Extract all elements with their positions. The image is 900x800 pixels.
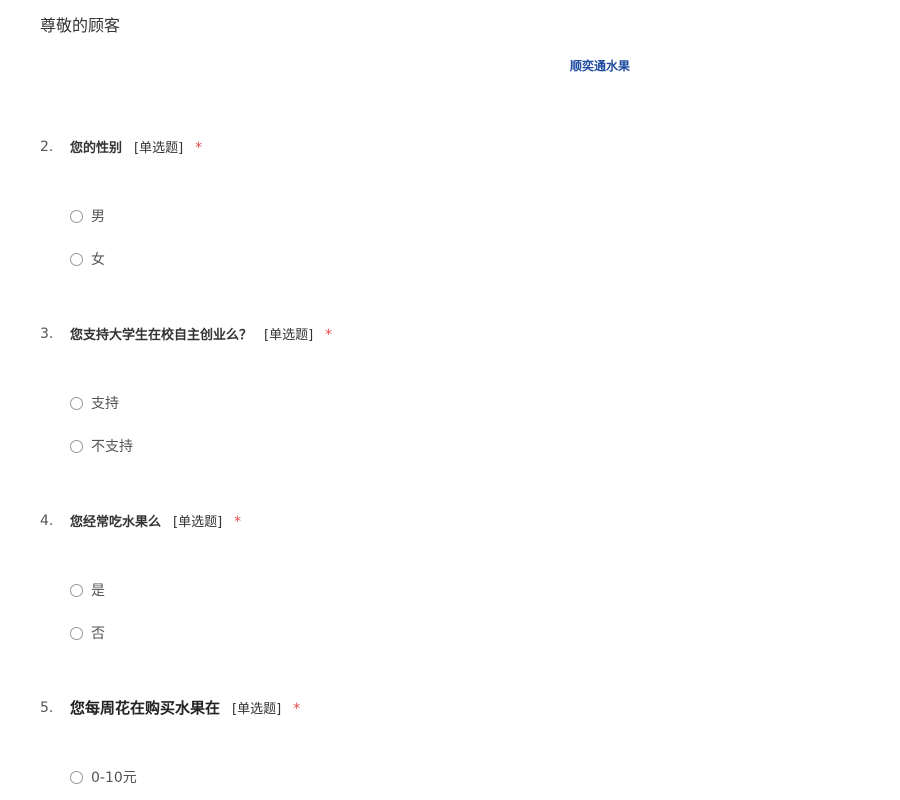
option-label: 女 [91,252,105,268]
question-title-row: 您经常吃水果么 [单选题] * [70,510,241,534]
option-label: 是 [91,583,105,599]
question-title-row: 您的性别 [单选题] * [70,136,202,160]
question-text: 您经常吃水果么 [70,515,162,530]
greeting-text: 尊敬的顾客 [40,16,121,35]
question-number: 4. [40,513,54,529]
required-mark: * [325,327,333,343]
question-number: 5. [40,700,54,716]
question-type-label: [单选题] [232,702,282,717]
question-3: 3. 您支持大学生在校自主创业么？ [单选题] * 支持 不支持 [40,323,840,455]
radio-button[interactable] [70,626,83,640]
option-label: 0-10元 [91,770,137,786]
question-type-label: [单选题] [264,328,314,343]
option-yes[interactable]: 是 [70,580,105,600]
option-0-10-yuan[interactable]: 0-10元 [70,767,137,787]
radio-button[interactable] [70,252,83,266]
option-label: 男 [91,209,105,225]
question-title-row: 您每周花在购买水果在 [单选题] * [70,697,300,721]
required-mark: * [195,140,203,156]
question-title-row: 您支持大学生在校自主创业么？ [单选题] * [70,323,332,347]
question-header: 5. 您每周花在购买水果在 [单选题] * [40,697,840,719]
question-4: 4. 您经常吃水果么 [单选题] * 是 否 [40,510,840,642]
radio-button[interactable] [70,583,83,597]
radio-button[interactable] [70,439,83,453]
question-5: 5. 您每周花在购买水果在 [单选题] * 0-10元 [40,697,840,786]
option-label: 否 [91,626,105,642]
question-2: 2. 您的性别 [单选题] * 男 女 [40,136,840,268]
question-text: 您每周花在购买水果在 [70,699,221,717]
question-header: 4. 您经常吃水果么 [单选题] * [40,510,840,532]
required-mark: * [234,514,242,530]
question-text: 您支持大学生在校自主创业么？ [70,328,253,343]
option-label: 支持 [91,396,119,412]
question-header: 2. 您的性别 [单选题] * [40,136,840,158]
question-type-label: [单选题] [134,141,184,156]
option-female[interactable]: 女 [70,249,105,269]
question-number: 3. [40,326,54,342]
radio-button[interactable] [70,770,83,784]
question-number: 2. [40,139,54,155]
option-support[interactable]: 支持 [70,393,119,413]
question-header: 3. 您支持大学生在校自主创业么？ [单选题] * [40,323,840,345]
option-not-support[interactable]: 不支持 [70,436,133,456]
question-type-label: [单选题] [173,515,223,530]
required-mark: * [293,701,301,717]
radio-button[interactable] [70,396,83,410]
radio-button[interactable] [70,209,83,223]
option-male[interactable]: 男 [70,206,105,226]
question-text: 您的性别 [70,141,123,156]
brand-name: 顺奕通水果 [570,59,631,73]
option-label: 不支持 [91,439,133,455]
option-no[interactable]: 否 [70,623,105,643]
